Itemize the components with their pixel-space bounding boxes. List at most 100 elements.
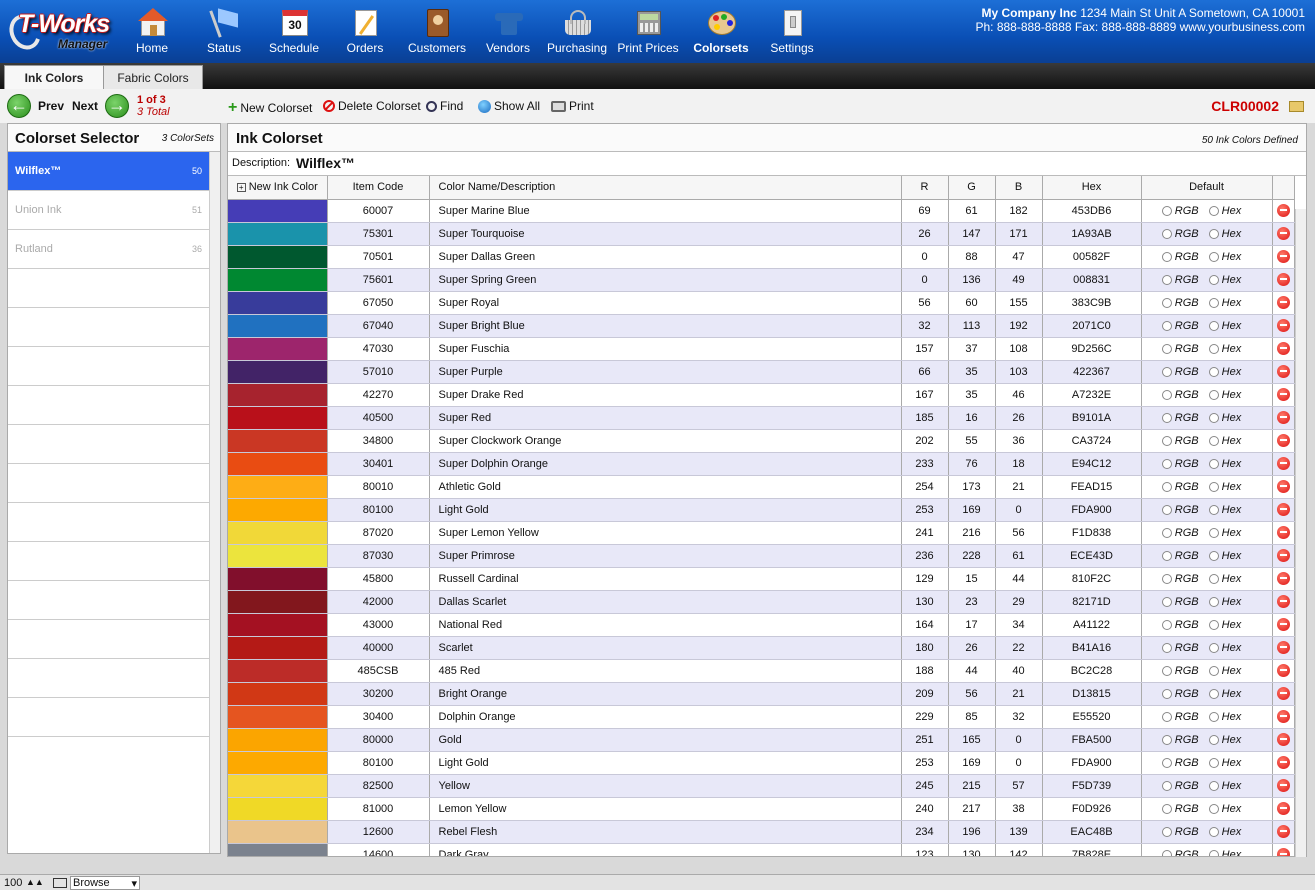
b-cell[interactable]: 61 (995, 544, 1043, 568)
color-swatch[interactable] (228, 820, 328, 844)
g-cell[interactable]: 35 (948, 383, 996, 407)
r-cell[interactable]: 69 (901, 199, 949, 223)
b-cell[interactable]: 155 (995, 291, 1043, 315)
delete-row-icon[interactable] (1276, 503, 1290, 516)
delete-row-icon[interactable] (1276, 411, 1290, 424)
next-button[interactable]: Next → (72, 94, 130, 118)
color-swatch[interactable] (228, 774, 328, 798)
r-cell[interactable]: 253 (901, 751, 949, 775)
item-code-cell[interactable]: 75301 (327, 222, 430, 246)
color-swatch[interactable] (228, 452, 328, 476)
delete-row-icon[interactable] (1276, 480, 1290, 493)
item-code-cell[interactable]: 42000 (327, 590, 430, 614)
nav-orders-button[interactable]: Orders (329, 0, 401, 63)
color-name-cell[interactable]: Light Gold (429, 498, 902, 522)
mode-select[interactable]: Browse ▾ (70, 876, 140, 890)
rgb-radio[interactable] (1161, 366, 1172, 377)
color-swatch[interactable] (228, 797, 328, 821)
item-code-cell[interactable]: 81000 (327, 797, 430, 821)
color-name-cell[interactable]: Super Bright Blue (429, 314, 902, 338)
b-cell[interactable]: 49 (995, 268, 1043, 292)
hex-radio[interactable] (1208, 297, 1219, 308)
selector-scrollbar[interactable] (209, 152, 220, 853)
g-cell[interactable]: 44 (948, 659, 996, 683)
table-row[interactable]: 75601 Super Spring Green 0 136 49 008831 RGB He… (228, 268, 1295, 292)
hex-cell[interactable]: ECE43D (1042, 544, 1142, 568)
table-row[interactable]: 70501 Super Dallas Green 0 88 47 00582F RGB Hex (228, 245, 1295, 269)
colorset-item[interactable]: Wilflex™ 50 (8, 152, 210, 191)
delete-row-icon[interactable] (1276, 365, 1290, 378)
hex-radio[interactable] (1208, 320, 1219, 331)
color-swatch[interactable] (228, 567, 328, 591)
hex-cell[interactable]: 7B828E (1042, 843, 1142, 856)
delete-row-icon[interactable] (1276, 250, 1290, 263)
r-cell[interactable]: 234 (901, 820, 949, 844)
color-swatch[interactable] (228, 360, 328, 384)
layout-icon[interactable] (53, 878, 67, 888)
item-code-cell[interactable]: 80100 (327, 751, 430, 775)
table-row[interactable]: 30400 Dolphin Orange 229 85 32 E55520 RGB Hex (228, 705, 1295, 729)
b-cell[interactable]: 182 (995, 199, 1043, 223)
b-cell[interactable]: 47 (995, 245, 1043, 269)
hex-cell[interactable]: B9101A (1042, 406, 1142, 430)
r-cell[interactable]: 185 (901, 406, 949, 430)
hex-radio[interactable] (1208, 596, 1219, 607)
item-code-cell[interactable]: 82500 (327, 774, 430, 798)
hex-radio[interactable] (1208, 711, 1219, 722)
color-swatch[interactable] (228, 751, 328, 775)
hex-radio[interactable] (1208, 435, 1219, 446)
table-row[interactable]: 12600 Rebel Flesh 234 196 139 EAC48B RGB Hex (228, 820, 1295, 844)
hex-cell[interactable]: CA3724 (1042, 429, 1142, 453)
g-cell[interactable]: 16 (948, 406, 996, 430)
rgb-radio[interactable] (1161, 596, 1172, 607)
item-code-cell[interactable]: 40500 (327, 406, 430, 430)
color-name-cell[interactable]: Lemon Yellow (429, 797, 902, 821)
item-code-cell[interactable]: 43000 (327, 613, 430, 637)
delete-row-icon[interactable] (1276, 595, 1290, 608)
g-cell[interactable]: 215 (948, 774, 996, 798)
delete-row-icon[interactable] (1276, 342, 1290, 355)
rgb-radio[interactable] (1161, 458, 1172, 469)
delete-row-icon[interactable] (1276, 296, 1290, 309)
rgb-radio[interactable] (1161, 504, 1172, 515)
color-swatch[interactable] (228, 406, 328, 430)
new-colorset-button[interactable]: + New Colorset (228, 99, 312, 117)
color-swatch[interactable] (228, 659, 328, 683)
b-cell[interactable]: 171 (995, 222, 1043, 246)
table-row[interactable]: 40000 Scarlet 180 26 22 B41A16 RGB Hex (228, 636, 1295, 660)
r-cell[interactable]: 233 (901, 452, 949, 476)
b-cell[interactable]: 44 (995, 567, 1043, 591)
table-row[interactable]: 87030 Super Primrose 236 228 61 ECE43D RGB Hex (228, 544, 1295, 568)
g-cell[interactable]: 37 (948, 337, 996, 361)
r-cell[interactable]: 157 (901, 337, 949, 361)
hex-cell[interactable]: F1D838 (1042, 521, 1142, 545)
hex-radio[interactable] (1208, 619, 1219, 630)
zoom-level[interactable]: 100 (4, 877, 22, 889)
table-row[interactable]: 42000 Dallas Scarlet 130 23 29 82171D RGB Hex (228, 590, 1295, 614)
r-cell[interactable]: 209 (901, 682, 949, 706)
hex-cell[interactable]: 00582F (1042, 245, 1142, 269)
hex-cell[interactable]: FBA500 (1042, 728, 1142, 752)
color-name-cell[interactable]: Athletic Gold (429, 475, 902, 499)
table-row[interactable]: 57010 Super Purple 66 35 103 422367 RGB Hex (228, 360, 1295, 384)
r-header[interactable]: R (901, 176, 949, 200)
rgb-radio[interactable] (1161, 481, 1172, 492)
color-swatch[interactable] (228, 705, 328, 729)
rgb-radio[interactable] (1161, 389, 1172, 400)
hex-radio[interactable] (1208, 803, 1219, 814)
nav-colorsets-button[interactable]: Colorsets (685, 0, 757, 63)
item-code-cell[interactable]: 30200 (327, 682, 430, 706)
hex-radio[interactable] (1208, 458, 1219, 469)
r-cell[interactable]: 164 (901, 613, 949, 637)
hex-cell[interactable]: B41A16 (1042, 636, 1142, 660)
hex-radio[interactable] (1208, 757, 1219, 768)
item-code-cell[interactable]: 47030 (327, 337, 430, 361)
g-cell[interactable]: 61 (948, 199, 996, 223)
item-code-cell[interactable]: 70501 (327, 245, 430, 269)
table-row[interactable]: 42270 Super Drake Red 167 35 46 A7232E RGB Hex (228, 383, 1295, 407)
hex-cell[interactable]: 2071C0 (1042, 314, 1142, 338)
g-cell[interactable]: 56 (948, 682, 996, 706)
r-cell[interactable]: 26 (901, 222, 949, 246)
prev-button[interactable]: ← Prev (7, 94, 64, 118)
b-cell[interactable]: 22 (995, 636, 1043, 660)
